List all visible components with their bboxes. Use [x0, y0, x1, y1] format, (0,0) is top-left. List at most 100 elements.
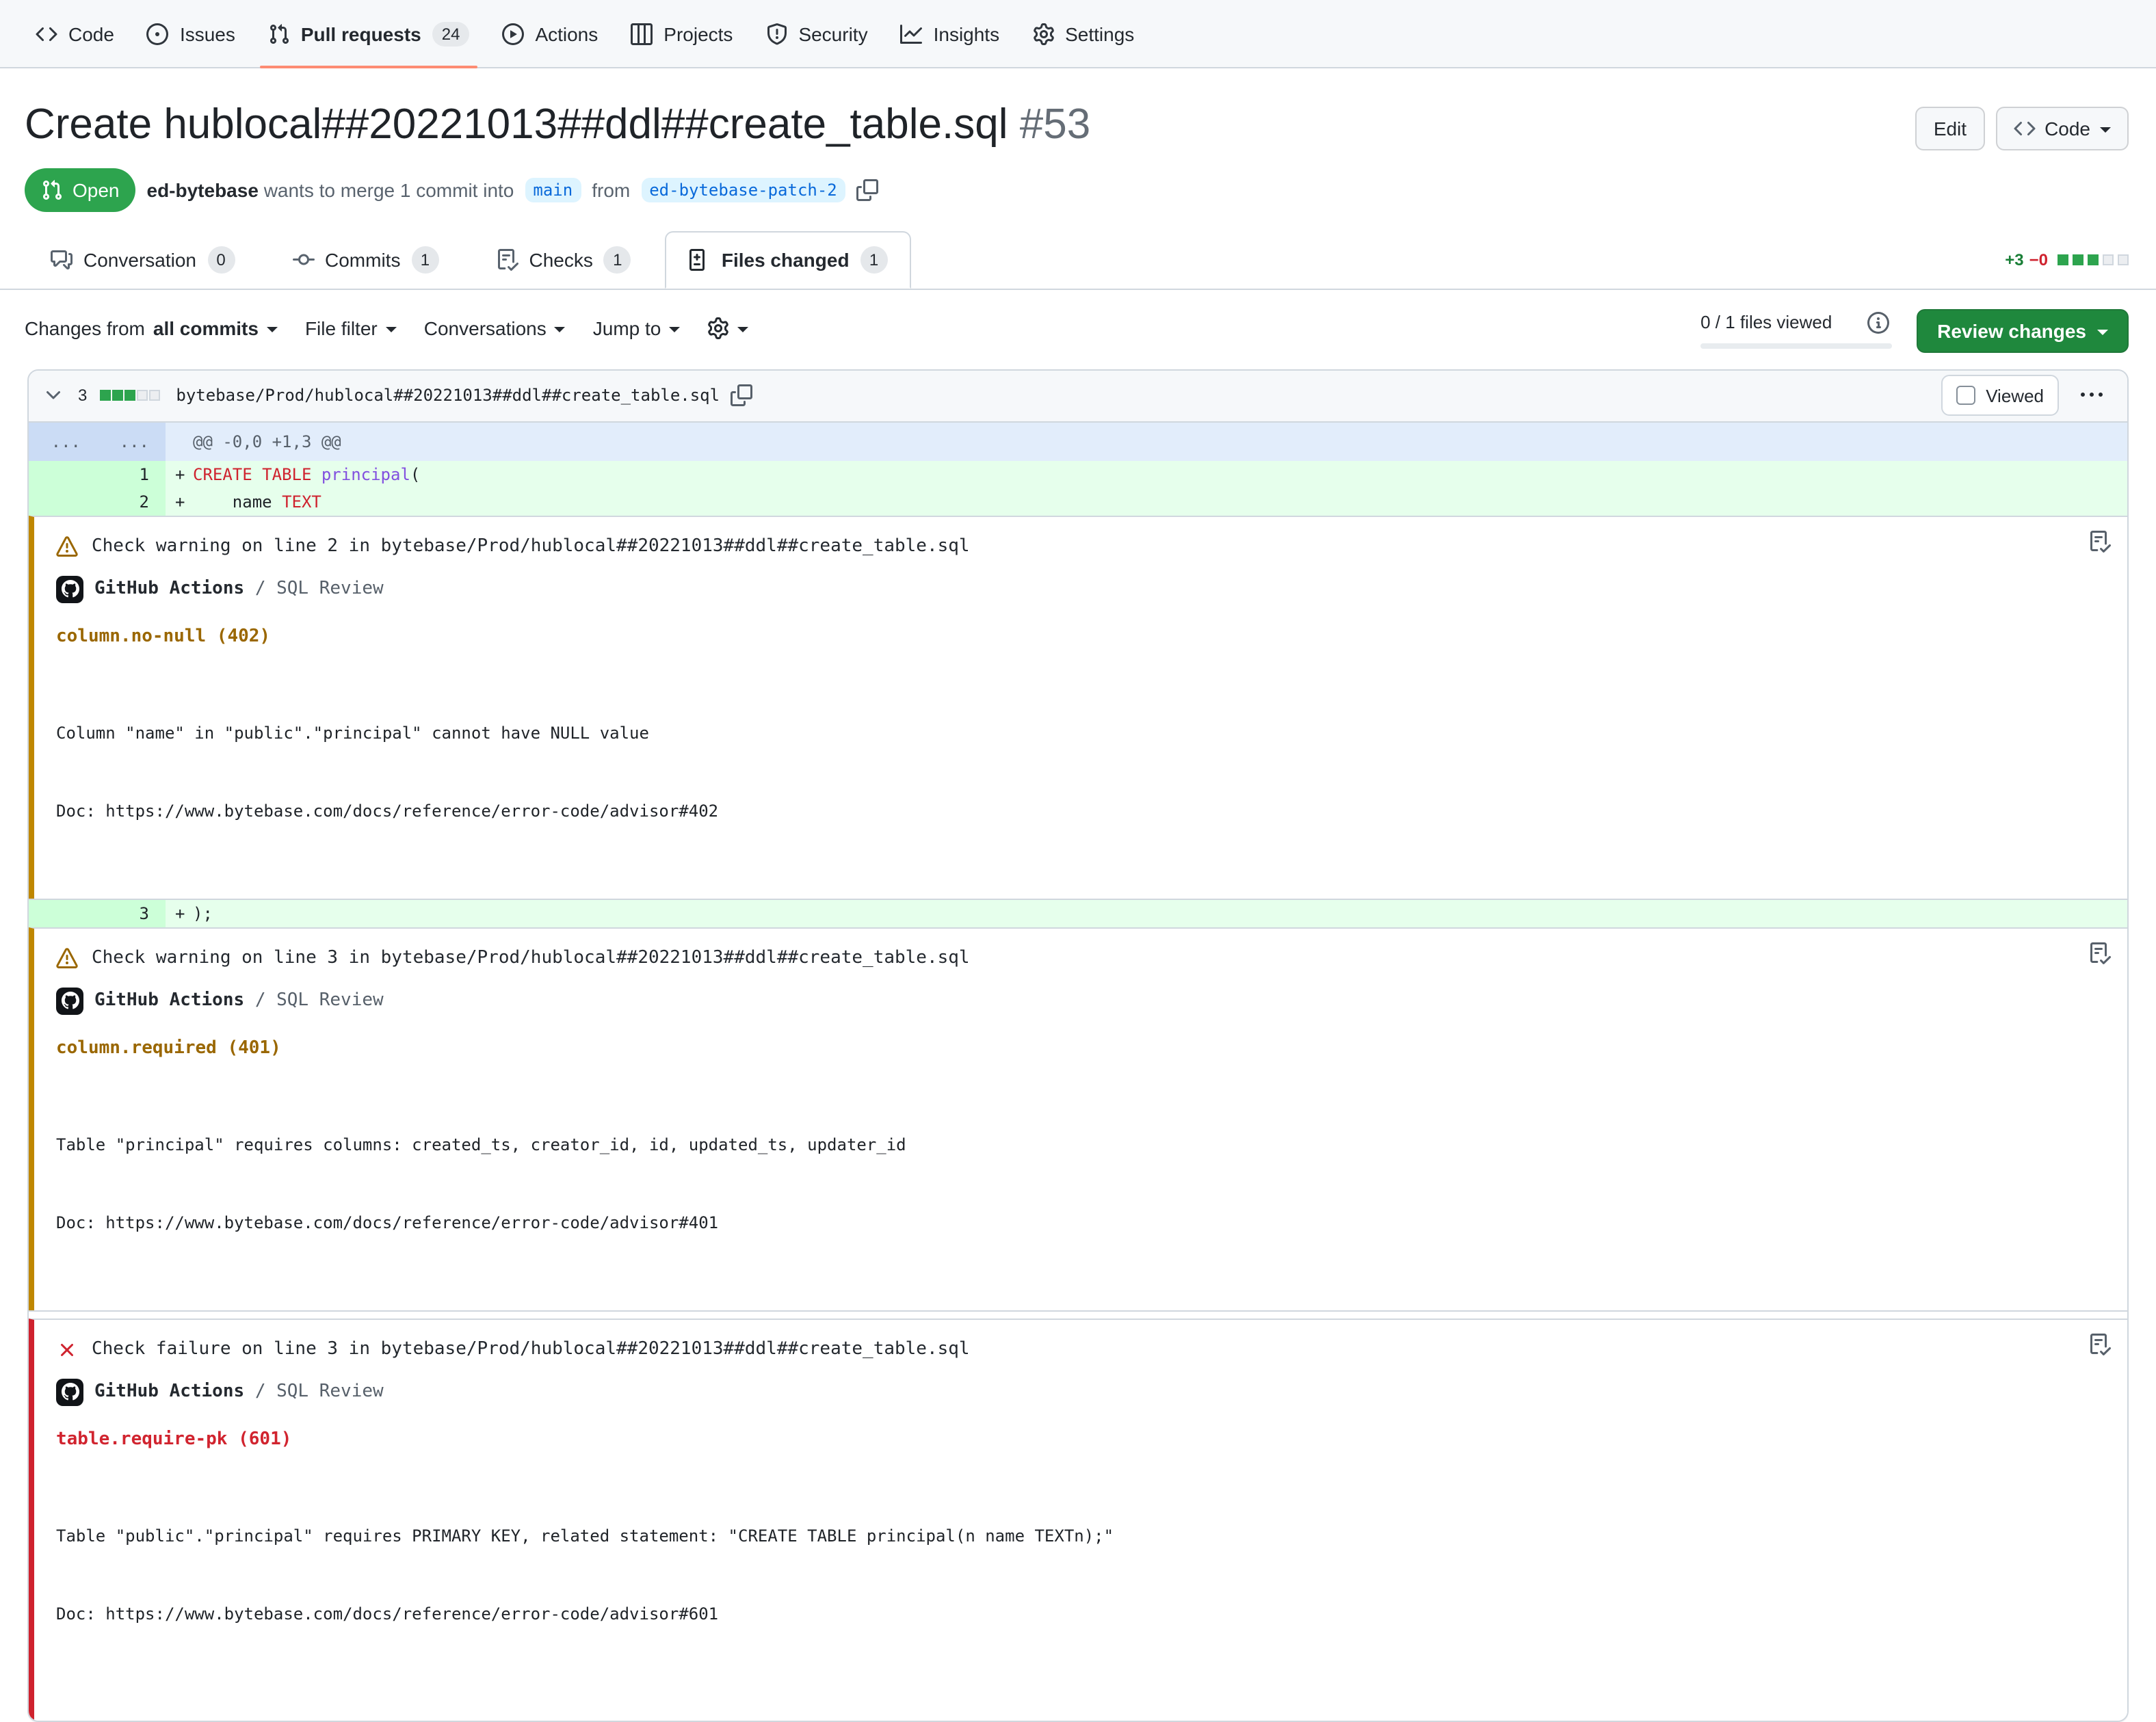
- viewed-checkbox[interactable]: [1956, 386, 1975, 406]
- nav-item-settings[interactable]: Settings: [1016, 0, 1151, 67]
- new-line-number[interactable]: 2: [97, 488, 166, 516]
- pr-author[interactable]: ed-bytebase: [147, 179, 259, 201]
- gear-icon: [707, 317, 729, 339]
- old-line-number[interactable]: [29, 900, 97, 927]
- tab-conversation[interactable]: Conversation 0: [27, 231, 258, 289]
- nav-label: Code: [68, 23, 114, 44]
- file-options-button[interactable]: [2070, 385, 2114, 407]
- pr-tabs-row: Conversation 0 Commits 1 Checks 1 Files …: [0, 231, 2156, 290]
- tab-commits[interactable]: Commits 1: [269, 231, 462, 289]
- annotation-header: Check failure on line 3 in bytebase/Prod…: [56, 1336, 2105, 1364]
- review-area: 0 / 1 files viewed Review changes: [1700, 309, 2129, 353]
- tab-label: Checks: [529, 249, 592, 271]
- project-icon: [631, 23, 653, 44]
- nav-item-security[interactable]: Security: [749, 0, 884, 67]
- github-pr-files-page: Code Issues Pull requests 24 Actions Pro…: [0, 0, 2156, 1283]
- diff-line-3: 3 +);: [29, 899, 2127, 927]
- diff-settings-dropdown[interactable]: [707, 317, 748, 339]
- conversations-dropdown[interactable]: Conversations: [424, 317, 566, 339]
- nav-item-actions[interactable]: Actions: [486, 0, 614, 67]
- x-icon: [56, 1339, 78, 1361]
- annotation-rule: column.no-null (402): [56, 624, 2105, 651]
- file-filter-dropdown[interactable]: File filter: [305, 317, 397, 339]
- collapse-file-button[interactable]: [42, 385, 64, 407]
- code-line[interactable]: + name TEXT: [166, 488, 2127, 516]
- copy-file-path-button[interactable]: [731, 385, 752, 407]
- diffstat-block-empty: [148, 390, 159, 401]
- tab-checks[interactable]: Checks 1: [473, 231, 654, 289]
- info-icon[interactable]: [1867, 312, 1889, 334]
- file-path[interactable]: bytebase/Prod/hublocal##20221013##ddl##c…: [176, 386, 720, 406]
- file-diff-card: 3 bytebase/Prod/hublocal##20221013##ddl#…: [27, 369, 2129, 1722]
- git-pull-request-icon: [41, 179, 63, 201]
- annotation-checklist-icon[interactable]: [2089, 531, 2111, 553]
- annotation-doc-line: Doc: https://www.bytebase.com/docs/refer…: [56, 1210, 2105, 1236]
- review-changes-label: Review changes: [1937, 320, 2086, 342]
- hunk-old-gutter[interactable]: ...: [29, 423, 97, 461]
- caret-down-icon: [2097, 330, 2108, 335]
- from-word: from: [592, 179, 630, 201]
- tab-label: Conversation: [83, 249, 196, 271]
- viewed-toggle[interactable]: Viewed: [1941, 375, 2059, 416]
- copy-branch-button[interactable]: [856, 179, 878, 201]
- annotation-message: Table "public"."principal" requires PRIM…: [56, 1472, 2105, 1680]
- viewed-label: Viewed: [1986, 386, 2044, 406]
- code-segment: (: [410, 465, 420, 484]
- status-badge-label: Open: [73, 179, 120, 201]
- nav-item-pull-requests[interactable]: Pull requests 24: [252, 0, 486, 67]
- avatar: [56, 576, 83, 603]
- file-diff-icon: [689, 249, 711, 271]
- checklist-icon: [2089, 531, 2111, 553]
- gear-icon: [1032, 23, 1054, 44]
- avatar: [56, 1379, 83, 1406]
- changes-from-dropdown[interactable]: Changes from all commits: [25, 317, 278, 339]
- status-badge: Open: [25, 168, 136, 212]
- check-annotation-failure: Check failure on line 3 in bytebase/Prod…: [29, 1319, 2127, 1721]
- copy-icon: [731, 385, 752, 407]
- nav-item-code[interactable]: Code: [19, 0, 131, 67]
- git-commit-icon: [292, 249, 314, 271]
- review-changes-button[interactable]: Review changes: [1917, 309, 2129, 353]
- files-viewed-progress-bar: [1700, 343, 1892, 349]
- caret-down-icon: [669, 327, 680, 332]
- code-line[interactable]: +);: [166, 900, 2127, 927]
- annotation-checklist-icon[interactable]: [2089, 942, 2111, 964]
- checklist-icon: [496, 249, 518, 271]
- edit-button[interactable]: Edit: [1916, 107, 1984, 150]
- diffstat-block-filled: [2073, 254, 2083, 265]
- diffstat-block-filled: [99, 390, 110, 401]
- files-toolbar: Changes from all commits File filter Con…: [0, 290, 2156, 367]
- code-dropdown-button[interactable]: Code: [1995, 107, 2129, 150]
- tab-label: Commits: [325, 249, 400, 271]
- annotation-app[interactable]: GitHub Actions: [94, 1381, 244, 1402]
- head-branch-label[interactable]: ed-bytebase-patch-2: [641, 178, 845, 202]
- annotation-source: GitHub Actions / SQL Review: [56, 988, 2105, 1015]
- base-branch-label[interactable]: main: [525, 178, 581, 202]
- hunk-new-gutter[interactable]: ...: [97, 423, 166, 461]
- annotation-app[interactable]: GitHub Actions: [94, 579, 244, 599]
- new-line-number[interactable]: 1: [97, 461, 166, 488]
- tab-count: 1: [411, 246, 438, 274]
- annotation-source: GitHub Actions / SQL Review: [56, 576, 2105, 603]
- diff-line-2: 2 + name TEXT: [29, 488, 2127, 516]
- new-line-number[interactable]: 3: [97, 900, 166, 927]
- old-line-number[interactable]: [29, 488, 97, 516]
- kebab-icon: [2081, 385, 2103, 407]
- jump-to-dropdown[interactable]: Jump to: [593, 317, 681, 339]
- annotation-app[interactable]: GitHub Actions: [94, 990, 244, 1011]
- old-line-number[interactable]: [29, 461, 97, 488]
- nav-item-issues[interactable]: Issues: [131, 0, 252, 67]
- nav-item-projects[interactable]: Projects: [614, 0, 749, 67]
- nav-item-insights[interactable]: Insights: [884, 0, 1016, 67]
- conversations-label: Conversations: [424, 317, 547, 339]
- code-segment: CREATE TABLE: [193, 465, 321, 484]
- diffstat-block-filled: [2088, 254, 2099, 265]
- diffstat-block-empty: [2103, 254, 2114, 265]
- pr-title-text: Create hublocal##20221013##ddl##create_t…: [25, 100, 1008, 148]
- code-line[interactable]: +CREATE TABLE principal(: [166, 461, 2127, 488]
- file-filter-label: File filter: [305, 317, 378, 339]
- tab-files-changed[interactable]: Files changed 1: [666, 231, 911, 289]
- annotation-checklist-icon[interactable]: [2089, 1334, 2111, 1355]
- file-header: 3 bytebase/Prod/hublocal##20221013##ddl#…: [29, 371, 2127, 423]
- code-segment: principal: [321, 465, 410, 484]
